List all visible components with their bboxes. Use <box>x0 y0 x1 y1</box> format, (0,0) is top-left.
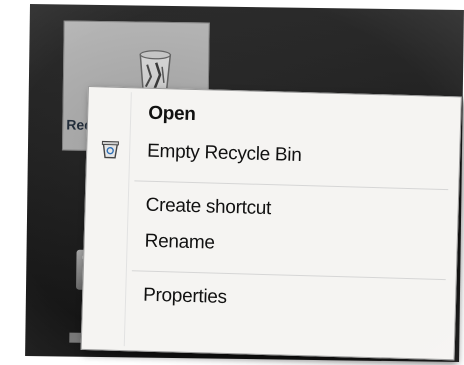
menu-item-label: Properties <box>142 284 228 308</box>
context-menu: Open Empty Recycle Bin Create shortcut R… <box>80 86 462 361</box>
menu-item-open[interactable]: Open <box>92 95 457 139</box>
menu-separator <box>134 180 449 191</box>
menu-item-label: Create shortcut <box>145 194 272 220</box>
menu-item-label: Empty Recycle Bin <box>146 140 302 166</box>
menu-item-empty-recycle-bin[interactable]: Empty Recycle Bin <box>91 133 456 177</box>
menu-separator <box>131 270 446 281</box>
menu-item-properties[interactable]: Properties <box>87 277 452 321</box>
screenshot-stage: Recyc Open Empty Recycle Bin Create shor… <box>0 0 464 365</box>
menu-item-label: Rename <box>144 230 215 254</box>
empty-recycle-bin-icon <box>101 140 119 159</box>
menu-item-label: Open <box>147 102 196 126</box>
